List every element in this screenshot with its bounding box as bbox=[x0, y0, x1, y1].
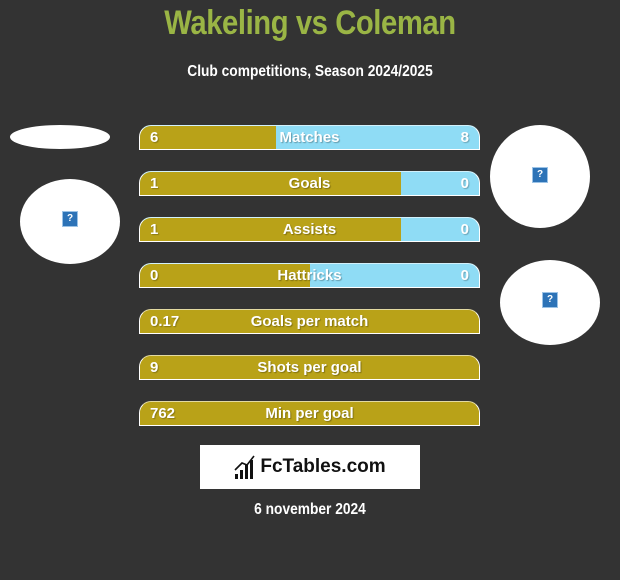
bar-chart-logo-icon bbox=[234, 455, 255, 479]
stat-label: Hattricks bbox=[277, 267, 342, 284]
logo-text: FcTables.com bbox=[260, 456, 386, 477]
stat-label: Assists bbox=[282, 221, 337, 238]
stat-bar-goals: 1 Goals 0 bbox=[139, 171, 480, 196]
stat-label: Matches bbox=[279, 129, 340, 146]
page-title: Wakeling vs Coleman bbox=[164, 4, 456, 42]
date-label: 6 november 2024 bbox=[254, 501, 366, 518]
broken-image-icon: ? bbox=[62, 211, 78, 227]
right-value: 0 bbox=[460, 175, 469, 192]
broken-image-icon: ? bbox=[532, 167, 548, 183]
stat-bar-goals-per-match: 0.17 Goals per match bbox=[139, 309, 480, 334]
right-value: 0 bbox=[460, 267, 469, 284]
team-right-logo: ? bbox=[500, 260, 600, 345]
stat-bar-hattricks: 0 Hattricks 0 bbox=[139, 263, 480, 288]
right-value: 0 bbox=[460, 221, 469, 238]
stat-label: Min per goal bbox=[265, 405, 354, 422]
right-value: 8 bbox=[460, 129, 469, 146]
stat-label: Shots per goal bbox=[257, 359, 362, 376]
stat-bar-matches: 6 Matches 8 bbox=[139, 125, 480, 150]
player-left-badge-placeholder bbox=[10, 125, 110, 149]
stat-label: Goals bbox=[288, 175, 331, 192]
player-left-photo: ? bbox=[20, 179, 120, 264]
stat-bar-min-per-goal: 762 Min per goal bbox=[139, 401, 480, 426]
broken-image-icon: ? bbox=[542, 292, 558, 308]
stat-bar-shots-per-goal: 9 Shots per goal bbox=[139, 355, 480, 380]
stat-label: Goals per match bbox=[250, 313, 369, 330]
competition-subtitle: Club competitions, Season 2024/2025 bbox=[187, 63, 433, 80]
fctables-logo[interactable]: FcTables.com bbox=[200, 445, 420, 489]
stat-bar-assists: 1 Assists 0 bbox=[139, 217, 480, 242]
player-right-photo: ? bbox=[490, 125, 590, 228]
